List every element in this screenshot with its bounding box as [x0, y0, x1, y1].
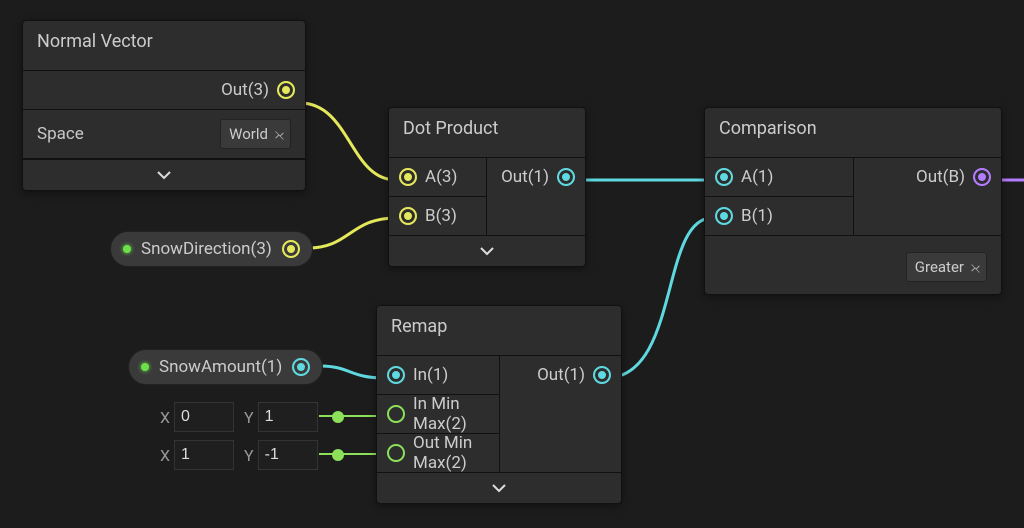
node-expand-toggle[interactable] — [377, 472, 621, 503]
port-out-icon[interactable] — [282, 240, 300, 258]
chevron-down-icon — [479, 243, 495, 259]
port-out-icon[interactable] — [277, 81, 295, 99]
node-expand-toggle[interactable] — [23, 159, 305, 190]
param-label: SnowAmount(1) — [159, 357, 282, 377]
port-label: A(1) — [741, 167, 773, 187]
param-label: SnowDirection(3) — [141, 239, 272, 259]
port-label: B(3) — [425, 206, 457, 226]
node-title: Normal Vector — [23, 21, 305, 70]
in-minmax-y-input[interactable] — [258, 402, 318, 432]
inline-port-icon[interactable] — [332, 449, 344, 461]
port-in-icon[interactable] — [387, 366, 405, 384]
node-dot-product[interactable]: Dot Product A(3) B(3) Out(1) — [388, 107, 586, 267]
port-label: Out(1) — [537, 365, 585, 385]
port-in-minmax-icon[interactable] — [387, 405, 405, 423]
port-label-out: Out(3) — [221, 80, 269, 100]
param-snow-direction[interactable]: SnowDirection(3) — [110, 231, 313, 267]
out-minmax-y-input[interactable] — [258, 440, 318, 470]
param-indicator-icon — [141, 363, 149, 371]
node-comparison[interactable]: Comparison A(1) B(1) Out(B) Greater — [704, 107, 1002, 295]
port-in-a-icon[interactable] — [715, 168, 733, 186]
port-in-a-icon[interactable] — [399, 168, 417, 186]
port-label: In Min Max(2) — [413, 394, 489, 434]
param-snow-amount[interactable]: SnowAmount(1) — [128, 349, 323, 385]
port-out-icon[interactable] — [593, 366, 611, 384]
port-out-icon[interactable] — [292, 358, 310, 376]
node-expand-toggle[interactable] — [389, 235, 585, 266]
node-title: Comparison — [705, 108, 1001, 157]
port-label: Out(1) — [501, 167, 549, 187]
port-label: In(1) — [413, 365, 448, 385]
port-out-minmax-icon[interactable] — [387, 444, 405, 462]
field-label-y: Y — [244, 446, 254, 465]
chevron-down-icon — [491, 480, 507, 496]
inline-vec2-in-minmax: X Y — [160, 402, 344, 432]
field-label-x: X — [160, 446, 170, 465]
field-label-y: Y — [244, 408, 254, 427]
port-label: Out Min Max(2) — [413, 433, 489, 473]
node-title: Remap — [377, 306, 621, 355]
node-remap[interactable]: Remap In(1) In Min Max(2) Out Min Max(2)… — [376, 305, 622, 504]
inline-vec2-out-minmax: X Y — [160, 440, 344, 470]
port-label: A(3) — [425, 167, 457, 187]
inline-port-icon[interactable] — [332, 411, 344, 423]
node-title: Dot Product — [389, 108, 585, 157]
port-label: B(1) — [741, 206, 773, 226]
param-indicator-icon — [123, 245, 131, 253]
comparison-mode-dropdown[interactable]: Greater — [906, 252, 987, 282]
property-label-space: Space — [37, 124, 84, 144]
field-label-x: X — [160, 408, 170, 427]
in-minmax-x-input[interactable] — [174, 402, 234, 432]
space-dropdown[interactable]: World — [220, 119, 291, 149]
port-out-icon[interactable] — [557, 168, 575, 186]
port-out-icon[interactable] — [973, 168, 991, 186]
port-in-b-icon[interactable] — [715, 207, 733, 225]
port-in-b-icon[interactable] — [399, 207, 417, 225]
out-minmax-x-input[interactable] — [174, 440, 234, 470]
chevron-down-icon — [156, 167, 172, 183]
port-label: Out(B) — [916, 167, 965, 187]
node-normal-vector[interactable]: Normal Vector Out(3) Space World — [22, 20, 306, 191]
